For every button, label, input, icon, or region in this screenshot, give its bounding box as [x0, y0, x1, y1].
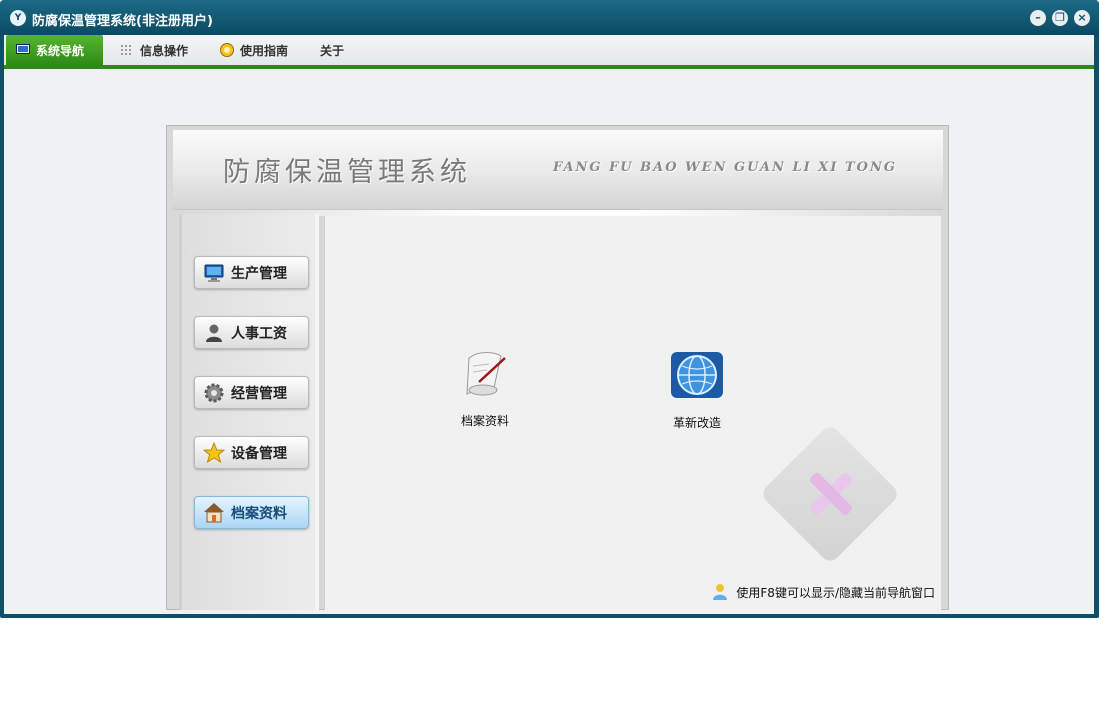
minimize-button[interactable]: – [1030, 10, 1046, 26]
main-area: 档案资料 革新改造 使用F8键可以显示/隐藏当前导航窗口 [324, 216, 941, 610]
window-title: 防腐保温管理系统(非注册用户) [32, 14, 213, 29]
f8-hint: 使用F8键可以显示/隐藏当前导航窗口 [710, 582, 935, 602]
nav-label: 生产管理 [231, 265, 287, 282]
gear-icon [204, 383, 224, 402]
banner-subtitle: FANG FU BAO WEN GUAN LI XI TONG [553, 160, 897, 175]
menu-user-guide[interactable]: 使用指南 [210, 35, 298, 65]
nav-business-management[interactable]: 经营管理 [194, 376, 309, 409]
navigation-panel: 防腐保温管理系统 FANG FU BAO WEN GUAN LI XI TONG… [166, 125, 949, 610]
app-window: Y 防腐保温管理系统(非注册用户) – ❐ × 系统导航 信息操作 使用指南 关… [0, 0, 1099, 618]
sidebar: 生产管理 人事工资 经营管理 设备管理 档案资料 [179, 214, 319, 610]
help-icon [220, 43, 234, 57]
star-icon [203, 441, 225, 463]
nav-production-management[interactable]: 生产管理 [194, 256, 309, 289]
nav-label: 人事工资 [231, 325, 287, 342]
nav-hr-payroll[interactable]: 人事工资 [194, 316, 309, 349]
menu-label: 信息操作 [140, 43, 189, 58]
menu-label: 使用指南 [240, 43, 289, 58]
nav-label: 设备管理 [231, 445, 287, 462]
user-hint-icon [713, 584, 728, 600]
nav-label: 档案资料 [231, 505, 287, 522]
title-bar[interactable]: Y 防腐保温管理系统(非注册用户) – ❐ × [0, 0, 1099, 35]
shortcut-archives[interactable]: 档案资料 [445, 346, 525, 429]
menu-system-navigation[interactable]: 系统导航 [6, 35, 103, 65]
menu-bar: 系统导航 信息操作 使用指南 关于 [4, 35, 1094, 65]
shortcut-label: 档案资料 [460, 414, 509, 428]
globe-icon [671, 352, 723, 398]
menu-info-operation[interactable]: 信息操作 [110, 35, 198, 65]
menu-label: 系统导航 [36, 43, 85, 58]
restore-button[interactable]: ❐ [1052, 10, 1068, 26]
computer-icon [204, 264, 224, 282]
menu-about[interactable]: 关于 [310, 35, 354, 65]
system-banner: 防腐保温管理系统 FANG FU BAO WEN GUAN LI XI TONG [173, 130, 943, 210]
app-logo-icon: Y [10, 10, 26, 26]
scroll-icon [466, 352, 506, 396]
person-icon [206, 324, 222, 342]
nav-archives[interactable]: 档案资料 [194, 496, 309, 529]
house-icon [204, 502, 224, 522]
banner-title: 防腐保温管理系统 [223, 157, 471, 188]
grid-icon [121, 45, 131, 55]
shortcut-innovation[interactable]: 革新改造 [657, 346, 737, 431]
menu-label: 关于 [320, 43, 345, 58]
monitor-icon [16, 44, 30, 54]
hint-text: 使用F8键可以显示/隐藏当前导航窗口 [736, 585, 935, 600]
shortcut-label: 革新改造 [672, 416, 721, 430]
tools-watermark-icon [810, 473, 852, 515]
close-button[interactable]: × [1074, 10, 1090, 26]
nav-label: 经营管理 [231, 385, 287, 402]
nav-equipment-management[interactable]: 设备管理 [194, 436, 309, 469]
